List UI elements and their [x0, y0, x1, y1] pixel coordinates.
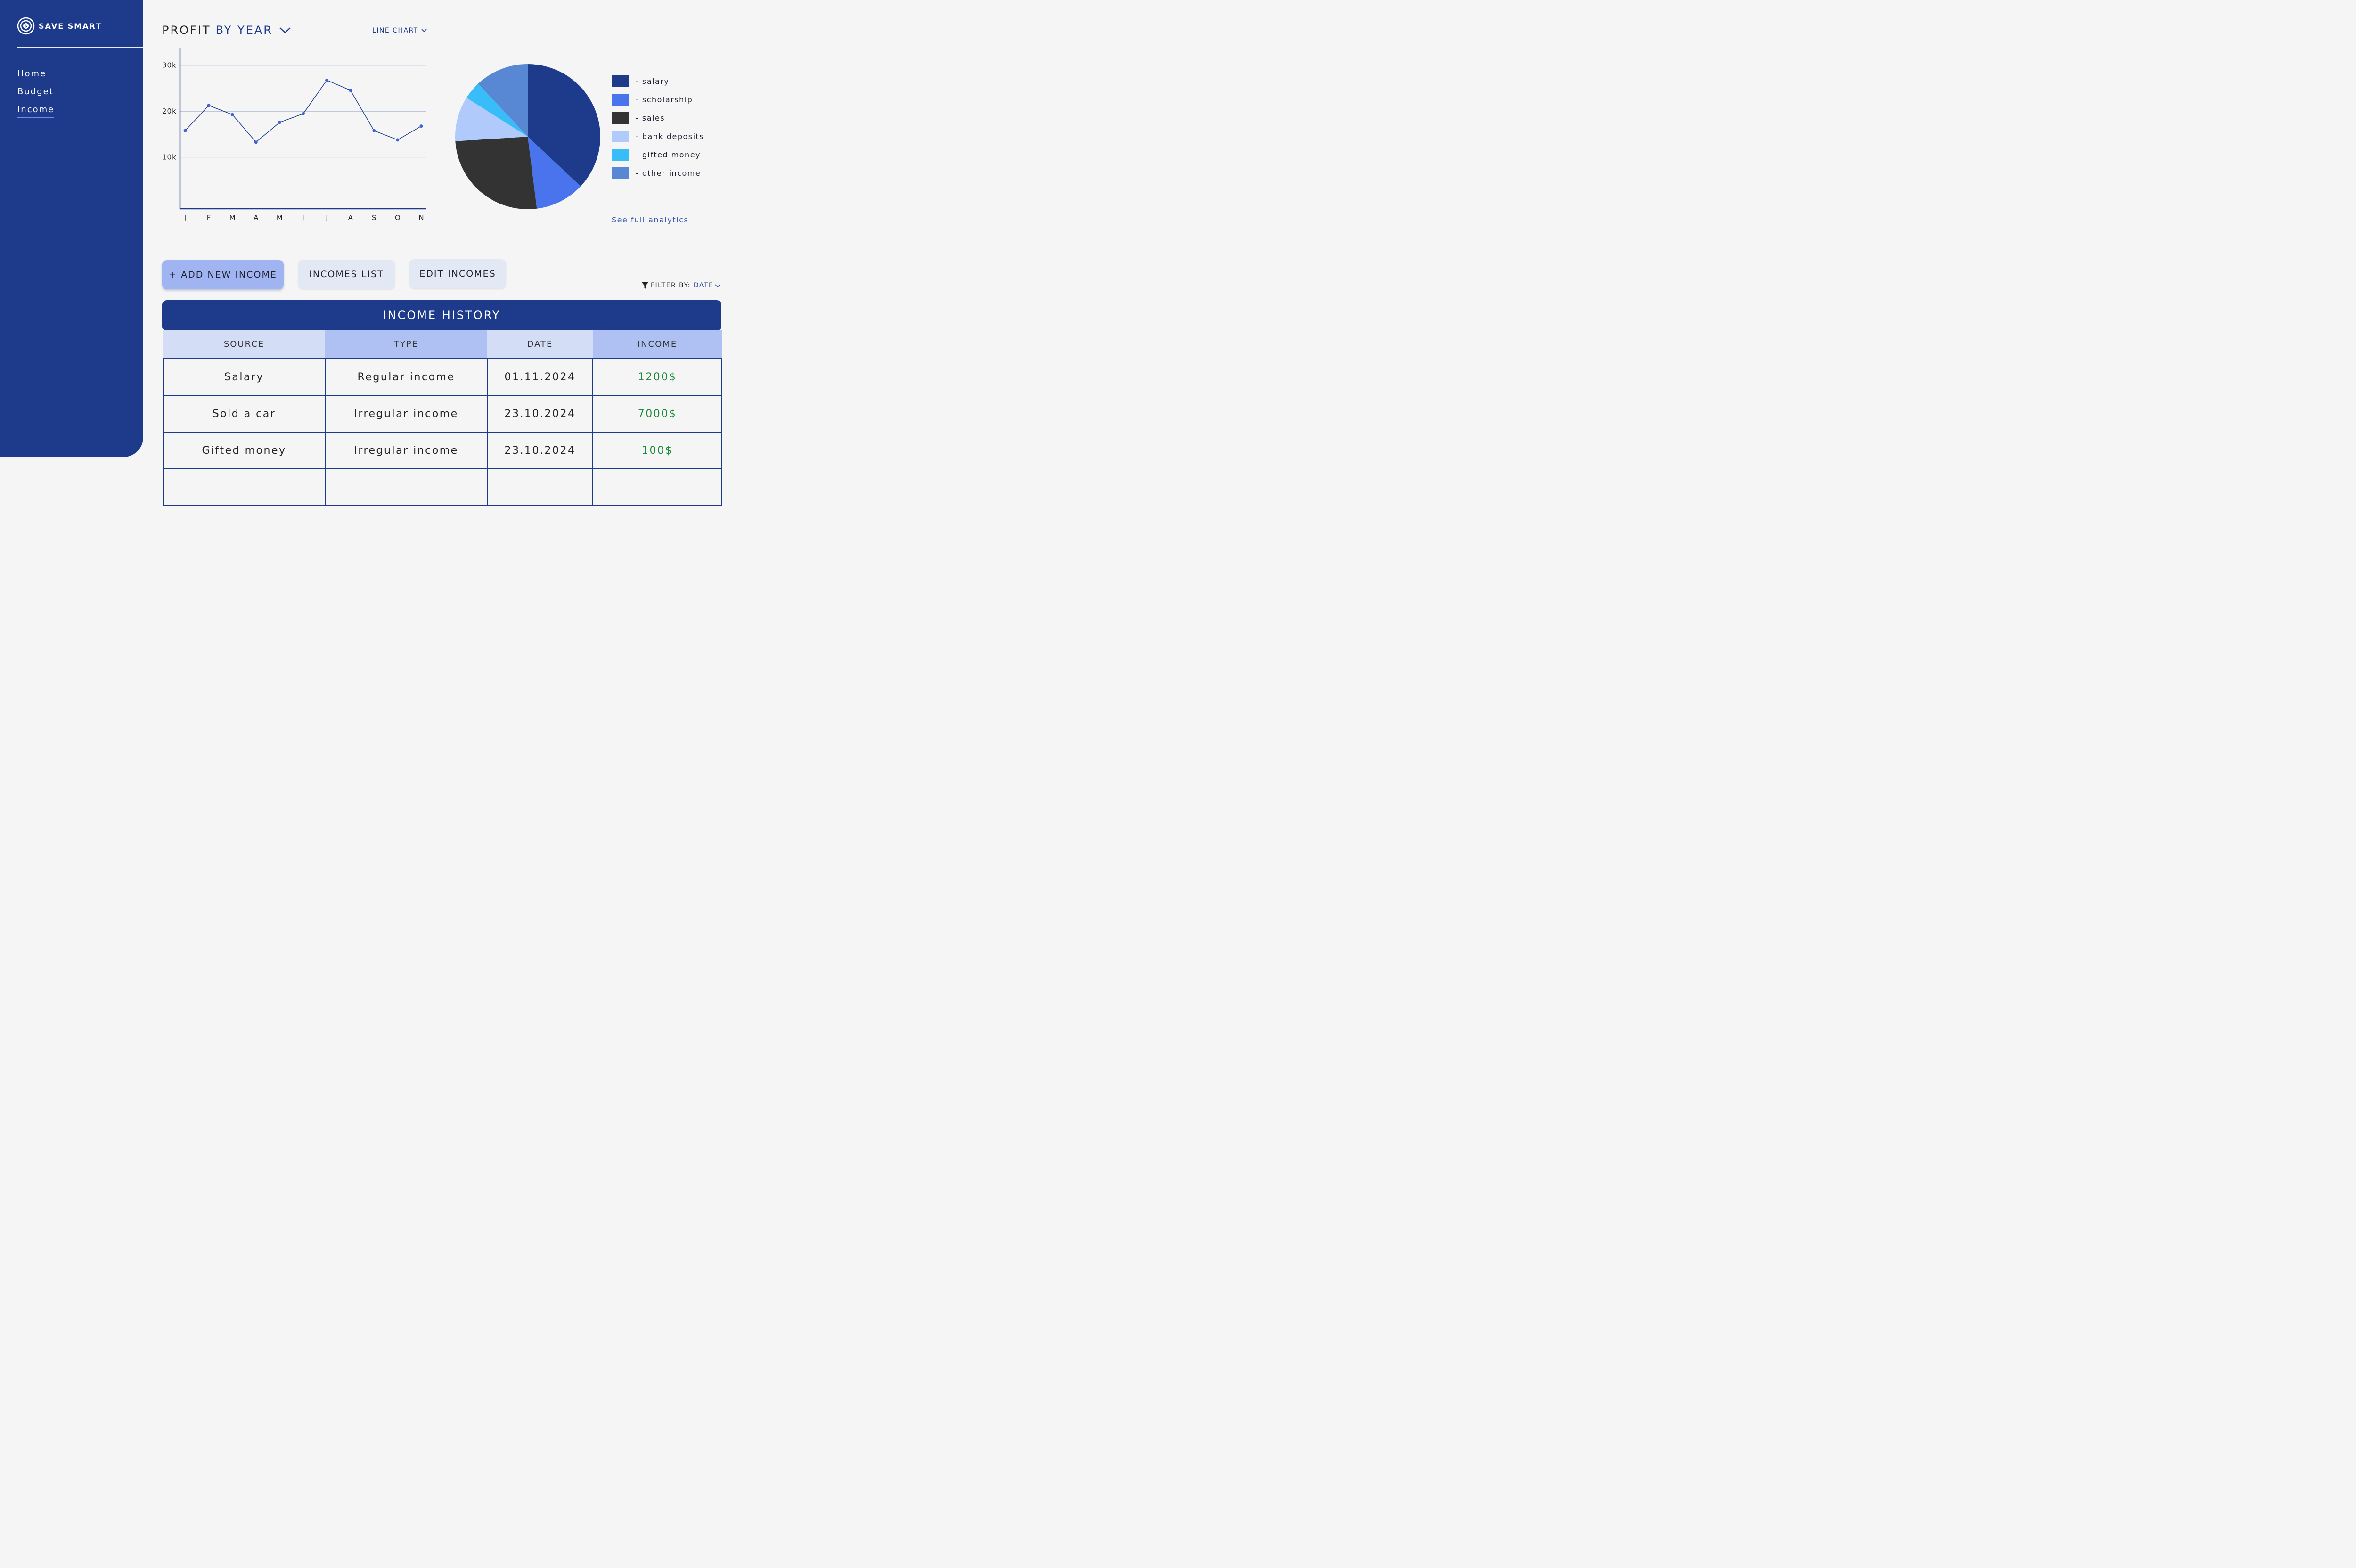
filter-control[interactable]: FILTER BY: DATE	[642, 282, 720, 289]
sidebar-item-label: Home	[17, 69, 47, 79]
table-row[interactable]: Salary Regular income 01.11.2024 1200$	[163, 358, 722, 396]
cell-type	[325, 468, 488, 506]
pie-legend: - salary - scholarship - sales - bank de…	[612, 69, 704, 186]
data-point	[207, 104, 211, 107]
see-full-analytics-link[interactable]: See full analytics	[612, 215, 688, 224]
app-name: SAVE SMART	[39, 21, 102, 31]
table-title: INCOME HISTORY	[162, 300, 721, 330]
sidebar-item-budget[interactable]: Budget	[17, 87, 54, 105]
sidebar-item-label: Budget	[17, 87, 54, 97]
table-header-row: SOURCE TYPE DATE INCOME	[163, 330, 722, 359]
chart-title: PROFIT	[162, 24, 211, 37]
chart-type-label: LINE CHART	[372, 27, 418, 34]
y-tick-label: 10k	[162, 153, 177, 162]
y-tick-label: 30k	[162, 61, 177, 70]
legend-swatch	[612, 149, 629, 161]
cell-date: 01.11.2024	[487, 358, 593, 396]
data-point	[419, 124, 423, 128]
legend-label: - scholarship	[636, 95, 693, 104]
cell-source: Sold a car	[163, 395, 326, 433]
sidebar: $ SAVE SMART Home Budget Income	[0, 0, 143, 457]
data-point	[302, 112, 305, 115]
cell-date: 23.10.2024	[487, 395, 593, 433]
legend-swatch	[612, 131, 629, 142]
table-row[interactable]	[163, 468, 722, 506]
cell-type: Regular income	[325, 358, 488, 396]
pie-chart	[455, 64, 600, 209]
chart-header: PROFIT BY YEAR	[162, 24, 292, 37]
column-header-source[interactable]: SOURCE	[163, 330, 325, 359]
y-tick-label: 20k	[162, 107, 177, 115]
cell-date	[487, 468, 593, 506]
chevron-down-icon[interactable]	[278, 26, 292, 34]
sidebar-item-label: Income	[17, 105, 55, 118]
cell-income: 100$	[592, 432, 722, 469]
sidebar-item-income[interactable]: Income	[17, 105, 55, 122]
x-tick-label: N	[418, 213, 424, 222]
cell-source: Salary	[163, 358, 326, 396]
x-tick-label: J	[325, 213, 327, 222]
sidebar-nav: Home Budget Income	[17, 69, 55, 122]
x-tick-label: O	[395, 213, 401, 222]
legend-item-other-income: - other income	[612, 161, 704, 186]
data-point	[349, 89, 352, 92]
income-history-table: INCOME HISTORY SOURCE TYPE DATE INCOME S…	[162, 300, 722, 506]
pie-slice	[455, 137, 537, 209]
column-header-date[interactable]: DATE	[487, 330, 593, 359]
chevron-down-icon	[421, 29, 427, 33]
sidebar-divider	[17, 47, 143, 48]
income-table: SOURCE TYPE DATE INCOME Salary Regular i…	[163, 330, 722, 506]
legend-swatch	[612, 75, 629, 87]
data-point	[372, 129, 376, 132]
table-row[interactable]: Gifted money Irregular income 23.10.2024…	[163, 432, 722, 469]
chart-type-dropdown[interactable]: LINE CHART	[372, 27, 427, 34]
legend-label: - bank deposits	[636, 132, 704, 141]
legend-label: - salary	[636, 77, 670, 86]
app-logo[interactable]: $ SAVE SMART	[17, 17, 102, 35]
filter-icon	[642, 282, 648, 289]
data-point	[230, 113, 234, 116]
cell-type: Irregular income	[325, 395, 488, 433]
cell-source	[163, 468, 326, 506]
incomes-list-button[interactable]: INCOMES LIST	[298, 260, 395, 289]
cell-source: Gifted money	[163, 432, 326, 469]
x-tick-label: F	[207, 213, 211, 222]
x-tick-label: A	[254, 213, 259, 222]
column-header-type[interactable]: TYPE	[325, 330, 487, 359]
cell-income: 7000$	[592, 395, 722, 433]
x-tick-label: A	[348, 213, 353, 222]
edit-incomes-button[interactable]: EDIT INCOMES	[409, 259, 506, 288]
x-tick-label: M	[277, 213, 283, 222]
chevron-down-icon	[715, 284, 720, 287]
legend-swatch	[612, 94, 629, 106]
legend-label: - sales	[636, 114, 665, 122]
legend-label: - other income	[636, 169, 701, 178]
sidebar-item-home[interactable]: Home	[17, 69, 54, 87]
cell-income: 1200$	[592, 358, 722, 396]
legend-swatch	[612, 167, 629, 179]
data-point	[396, 138, 400, 142]
filter-value: DATE	[693, 282, 714, 289]
coin-target-icon: $	[17, 17, 35, 35]
data-point	[325, 78, 329, 82]
cell-date: 23.10.2024	[487, 432, 593, 469]
data-point	[254, 140, 258, 144]
data-point	[183, 129, 187, 132]
add-new-income-button[interactable]: + ADD NEW INCOME	[162, 260, 284, 289]
x-tick-label: S	[372, 213, 376, 222]
svg-text:$: $	[25, 24, 27, 28]
x-tick-label: M	[229, 213, 236, 222]
line-chart: 10k 20k 30k J F M A M J J A S O N	[162, 48, 426, 222]
period-dropdown[interactable]: BY YEAR	[216, 24, 273, 37]
column-header-income[interactable]: INCOME	[593, 330, 722, 359]
legend-swatch	[612, 112, 629, 124]
x-tick-label: J	[302, 213, 304, 222]
table-row[interactable]: Sold a car Irregular income 23.10.2024 7…	[163, 395, 722, 433]
filter-label: FILTER BY:	[651, 282, 691, 289]
cell-type: Irregular income	[325, 432, 488, 469]
legend-label: - gifted money	[636, 150, 701, 159]
cell-income	[592, 468, 722, 506]
x-tick-label: J	[184, 213, 186, 222]
data-point	[278, 121, 281, 124]
